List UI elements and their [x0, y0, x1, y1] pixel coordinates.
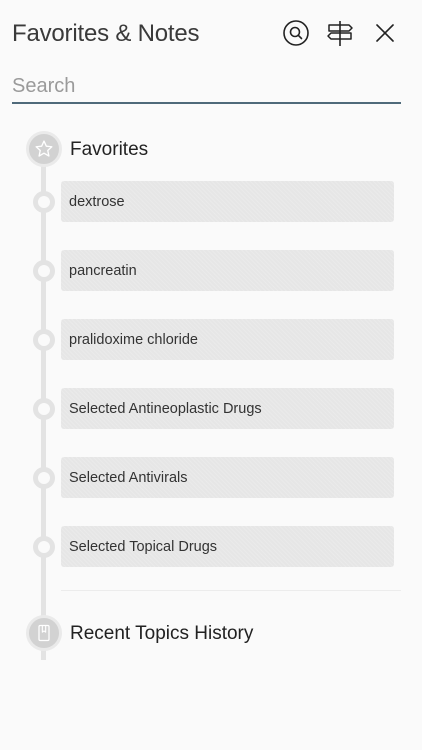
header-bar: Favorites & Notes	[0, 0, 422, 70]
close-icon[interactable]	[370, 18, 400, 48]
favorites-heading: Favorites	[70, 139, 149, 160]
favorite-item[interactable]: Selected Antineoplastic Drugs	[61, 388, 394, 429]
star-icon	[26, 131, 62, 167]
section-divider	[61, 590, 401, 591]
search-field[interactable]	[12, 72, 401, 104]
search-input[interactable]	[12, 72, 401, 100]
favorite-item[interactable]: Selected Antivirals	[61, 457, 394, 498]
timeline-node	[33, 398, 55, 420]
search-icon[interactable]	[281, 18, 311, 48]
recent-topics-heading[interactable]: Recent Topics History	[70, 623, 253, 645]
signpost-icon[interactable]	[325, 18, 355, 48]
favorite-item[interactable]: Selected Topical Drugs	[61, 526, 394, 567]
timeline-node	[33, 260, 55, 282]
page-title: Favorites & Notes	[12, 20, 200, 47]
timeline-node	[33, 191, 55, 213]
favorite-item[interactable]: pralidoxime chloride	[61, 319, 394, 360]
timeline-node	[33, 467, 55, 489]
timeline-node	[33, 536, 55, 558]
favorite-item[interactable]: pancreatin	[61, 250, 394, 291]
bookmark-icon	[26, 615, 62, 651]
favorite-item[interactable]: dextrose	[61, 181, 394, 222]
timeline-node	[33, 329, 55, 351]
